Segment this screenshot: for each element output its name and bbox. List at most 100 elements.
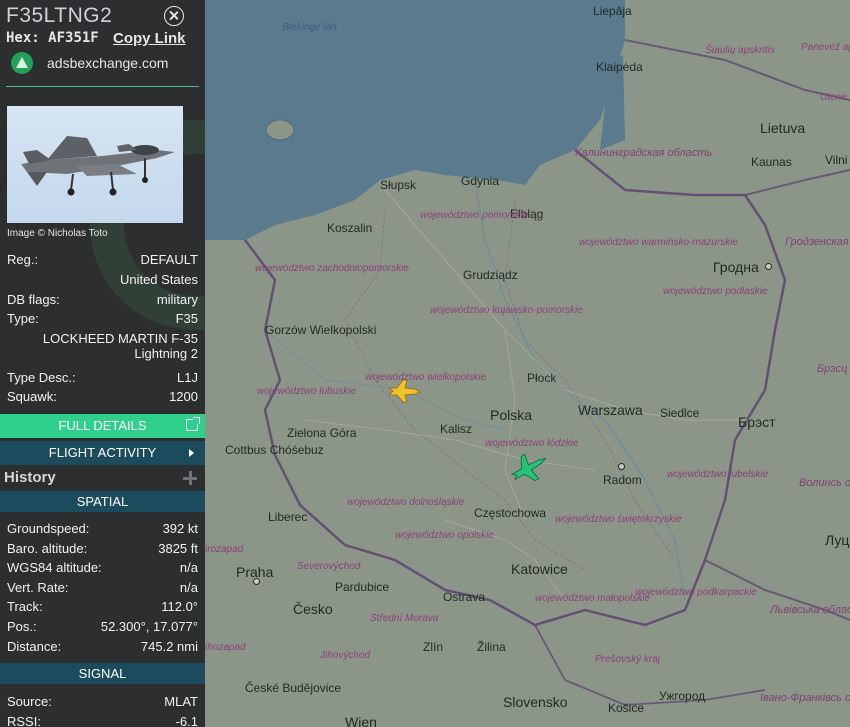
map-label-uzhgorod: Ужгород bbox=[659, 689, 706, 703]
spatial-label: Vert. Rate: bbox=[7, 579, 69, 595]
type-full-row-2: Lightning 2 bbox=[7, 346, 198, 363]
map-label-lubuskie: województwo lubuskie bbox=[257, 386, 356, 397]
source-link[interactable]: adsbexchange.com bbox=[11, 52, 168, 74]
map-label-jihovychod: Jihovýchod bbox=[320, 650, 371, 661]
map-label-pomorskie: województwo pomorskie bbox=[420, 210, 529, 221]
flight-activity-button[interactable]: FLIGHT ACTIVITY bbox=[0, 441, 205, 465]
map-label-zachodnio: województwo zachodniopomorskie bbox=[255, 263, 409, 274]
map-label-czestochowa: Częstochowa bbox=[474, 506, 547, 520]
aircraft-marker-selected-icon[interactable] bbox=[387, 378, 421, 404]
spatial-value: 392 kt bbox=[162, 521, 198, 536]
spatial-row: WGS84 altitude: n/a bbox=[7, 560, 198, 577]
map-label-volyn: Волинсь област bbox=[799, 477, 850, 489]
map-label-vilnius: Vilni bbox=[825, 153, 848, 167]
map-label-ceske-budejovice: České Budějovice bbox=[245, 681, 342, 695]
city-dot-radom bbox=[618, 463, 625, 470]
map-label-jihozapad: ihozapad bbox=[205, 642, 246, 653]
hex-row: Hex: AF351F bbox=[6, 30, 99, 46]
full-details-label: FULL DETAILS bbox=[58, 418, 147, 433]
dbflags-row: DB flags: military bbox=[7, 292, 198, 309]
squawk-row: Squawk: 1200 bbox=[7, 389, 198, 406]
map-label-grodno: Гродна bbox=[713, 259, 759, 275]
spatial-value: n/a bbox=[179, 579, 198, 595]
map-label-warszawa: Warszawa bbox=[578, 402, 643, 418]
hex-label: Hex: bbox=[6, 30, 40, 46]
typedesc-label: Type Desc.: bbox=[7, 370, 76, 385]
plus-icon[interactable] bbox=[183, 471, 197, 485]
map-label-malopolskie: województwo małopolskie bbox=[535, 593, 651, 604]
typedesc-row: Type Desc.: L1J bbox=[7, 370, 198, 387]
map-label-kaliningrad: Калининградская область bbox=[575, 147, 713, 159]
spatial-label: Groundspeed: bbox=[7, 521, 90, 536]
spatial-label: Baro. altitude: bbox=[7, 540, 88, 556]
map-label-kosice: Košice bbox=[608, 701, 645, 715]
map-label-stredni-morava: Střední Morava bbox=[370, 613, 439, 624]
map-label-lodzkie: województwo łódzkie bbox=[485, 438, 579, 449]
map-label-dolnoslaskie: województwo dolnośląskie bbox=[347, 497, 465, 508]
f35-jet-illustration bbox=[21, 136, 175, 196]
map-label-presovsky: Prešovský kraj bbox=[595, 654, 661, 665]
city-dot-grodno bbox=[765, 263, 772, 270]
spatial-label: WGS84 altitude: bbox=[7, 560, 102, 576]
triangle-right-icon bbox=[189, 449, 194, 457]
map-label-cesko: Česko bbox=[293, 601, 333, 617]
spatial-value: 52.300°, 17.077° bbox=[100, 619, 198, 634]
map-label-luck: Луц bbox=[825, 532, 850, 548]
map-label-liepaja: Liepāja bbox=[593, 4, 632, 18]
map-label-brest: Брэст bbox=[738, 414, 776, 430]
spatial-row: Groundspeed: 392 kt bbox=[7, 521, 198, 538]
map-label-cottbus: Cottbus Chóśebuz bbox=[225, 443, 324, 457]
spatial-label: Pos.: bbox=[7, 619, 37, 634]
dbflags-label: DB flags: bbox=[7, 292, 60, 307]
map-label-utena: Utene bbox=[820, 92, 847, 103]
map-label-slovensko: Slovensko bbox=[503, 694, 568, 710]
map-label-brest-obl: Брэсц вобла bbox=[817, 363, 850, 375]
close-icon[interactable] bbox=[164, 6, 184, 26]
full-details-button[interactable]: FULL DETAILS bbox=[0, 414, 205, 438]
city-dot-praha bbox=[253, 578, 260, 585]
signal-value: MLAT bbox=[164, 694, 198, 709]
map-label-liberec: Liberec bbox=[268, 510, 308, 524]
reg-label: Reg.: bbox=[7, 252, 39, 267]
country-value: United States bbox=[119, 272, 198, 287]
type-value: F35 bbox=[175, 311, 198, 326]
map-label-zielona: Zielona Góra bbox=[287, 426, 357, 440]
spatial-row: Baro. altitude: 3825 ft bbox=[7, 541, 198, 558]
type-full-line-2: Lightning 2 bbox=[134, 346, 198, 361]
map-label-lietuva: Lietuva bbox=[760, 120, 806, 136]
flight-activity-label: FLIGHT ACTIVITY bbox=[48, 445, 157, 460]
map-label-ivano: Івано-Франківсь область bbox=[760, 692, 850, 704]
country-row: United States bbox=[7, 272, 198, 289]
map-view[interactable]: Liepāja Klaipėda Lietuva Kaunas Vilni Ši… bbox=[205, 0, 850, 727]
map-label-lubelskie: województwo lubelskie bbox=[667, 469, 769, 480]
map-label-swietokrzyskie: województwo świętokrzyskie bbox=[555, 514, 682, 525]
spatial-section-header: SPATIAL bbox=[0, 491, 205, 512]
map-label-severovychod: Severovýchod bbox=[297, 561, 361, 572]
map-label-grudziadz: Grudziądz bbox=[463, 268, 518, 282]
divider bbox=[6, 86, 199, 87]
map-label-katowice: Katowice bbox=[511, 561, 568, 577]
aircraft-marker-icon[interactable] bbox=[508, 451, 550, 485]
signal-label: RSSI: bbox=[7, 713, 41, 727]
map-label-blekinge: Blekinge län bbox=[282, 22, 337, 33]
map-label-ostrava: Ostrava bbox=[443, 590, 486, 604]
adsbexchange-logo-icon bbox=[11, 52, 33, 74]
map-label-klaipeda: Klaipėda bbox=[596, 60, 643, 74]
signal-section-header: SIGNAL bbox=[0, 663, 205, 684]
spatial-value: 745.2 nmi bbox=[140, 638, 198, 654]
map-label-siedlce: Siedlce bbox=[660, 406, 700, 420]
map-label-plock: Płock bbox=[527, 371, 557, 385]
map-label-grodno-obl: Гродзенская вобласць bbox=[785, 236, 850, 248]
map-label-podlaskie: województwo podlaskie bbox=[663, 286, 768, 297]
aircraft-photo[interactable] bbox=[7, 106, 183, 223]
copy-link-button[interactable]: Copy Link bbox=[113, 30, 186, 47]
photo-credit: Image © Nicholas Toto bbox=[7, 228, 108, 239]
spatial-row: Pos.: 52.300°, 17.077° bbox=[7, 619, 198, 636]
map-label-kaunas: Kaunas bbox=[751, 155, 792, 169]
spatial-row: Distance: 745.2 nmi bbox=[7, 639, 198, 656]
map-label-opolskie: województwo opolskie bbox=[395, 530, 494, 541]
map-label-gorzow: Gorzów Wielkopolski bbox=[265, 323, 377, 337]
map-label-zilina: Žilina bbox=[477, 640, 506, 654]
map-label-pardubice: Pardubice bbox=[335, 580, 390, 594]
signal-row: Source: MLAT bbox=[7, 694, 198, 711]
